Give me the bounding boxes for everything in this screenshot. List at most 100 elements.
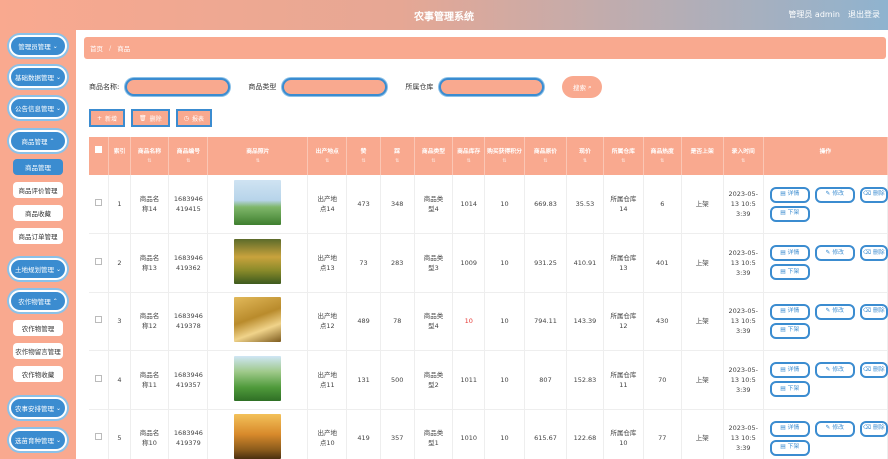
column-header[interactable]: 所属仓库 ⇅: [603, 137, 644, 175]
main-content: 首页 / 商品 商品名称: 商品类型 所属仓库 搜索 ⌕ + 新增 🗑 删除 ◷ 报表: [76, 30, 888, 459]
pencil-icon: ✎: [825, 191, 831, 197]
cell-points: 10: [484, 292, 525, 351]
detail-button[interactable]: ▤ 详情: [769, 245, 810, 262]
cell-code: 1683946419379: [168, 409, 209, 459]
table-row: 2 商品名称13 1683946419362 出产地点13 73 283 商品类…: [89, 233, 888, 293]
sidebar-menu-farm-schedule[interactable]: 农事安排管理 ⌄: [9, 397, 67, 419]
sidebar-menu-land[interactable]: 土地规划管理 ⌄: [9, 258, 67, 280]
delete-row-button[interactable]: ⌫ 删除: [859, 303, 888, 320]
cell-dislikes: 283: [380, 233, 415, 293]
detail-button[interactable]: ▤ 详情: [769, 186, 810, 203]
sidebar-menu-goods[interactable]: 商品管理 ⌃: [9, 130, 67, 152]
sidebar-item-goods-review[interactable]: 商品评价管理: [13, 182, 63, 198]
row-checkbox[interactable]: [95, 198, 103, 206]
sidebar-menu-seedling[interactable]: 选苗育种管理 ⌄: [9, 429, 67, 451]
column-header[interactable]: 商品类型 ⇅: [414, 137, 454, 175]
sidebar-menu-admin[interactable]: 管理员管理 ⌄: [9, 35, 67, 57]
goods-photo[interactable]: [234, 414, 282, 459]
row-checkbox[interactable]: [95, 316, 103, 324]
column-header[interactable]: 商品编号 ⇅: [168, 137, 209, 175]
cell-code: 1683946419415: [168, 175, 209, 234]
goods-photo[interactable]: [234, 179, 282, 225]
logout-link[interactable]: 退出登录: [848, 9, 880, 20]
row-checkbox-cell[interactable]: [89, 409, 110, 459]
column-header[interactable]: 商品原价 ⇅: [524, 137, 568, 175]
trash-icon: 🗑: [139, 114, 147, 122]
delete-row-button[interactable]: ⌫ 删除: [859, 362, 888, 379]
off-shelf-button[interactable]: ▤ 下架: [769, 205, 810, 222]
delete-button[interactable]: 🗑 删除: [131, 109, 170, 127]
report-button-label: 报表: [191, 115, 204, 123]
edit-button[interactable]: ✎ 修改: [814, 362, 855, 379]
report-button[interactable]: ◷ 报表: [175, 109, 212, 127]
delete-row-button[interactable]: ⌫ 删除: [859, 186, 888, 203]
delete-row-button[interactable]: ⌫ 删除: [859, 245, 888, 262]
goods-photo[interactable]: [234, 238, 282, 284]
column-header[interactable]: 录入时间 ⇅: [723, 137, 764, 175]
sidebar-item-goods-favorite[interactable]: 商品收藏: [13, 205, 63, 221]
sidebar-menu-notice[interactable]: 公告信息管理 ⌄: [9, 97, 67, 119]
sort-icon: ⇅: [361, 158, 366, 164]
column-header[interactable]: 商品热度 ⇅: [643, 137, 682, 175]
breadcrumb-home[interactable]: 首页: [90, 43, 103, 53]
edit-button[interactable]: ✎ 修改: [814, 245, 855, 262]
goods-photo[interactable]: [234, 355, 282, 401]
edit-button[interactable]: ✎ 修改: [814, 420, 855, 437]
sidebar-item-crop[interactable]: 农作物管理: [13, 320, 63, 336]
cell-stock: 1014: [452, 175, 485, 234]
column-header[interactable]: 赞 ⇅: [346, 137, 381, 175]
row-checkbox-cell[interactable]: [89, 233, 110, 293]
column-header[interactable]: 出产地点 ⇅: [307, 137, 348, 175]
sort-icon: ⇅: [660, 158, 665, 164]
cell-type: 商品类型2: [414, 350, 454, 410]
row-checkbox[interactable]: [95, 257, 103, 265]
row-checkbox-cell[interactable]: [89, 292, 110, 351]
column-header[interactable]: 踩 ⇅: [380, 137, 415, 175]
off-shelf-button[interactable]: ▤ 下架: [769, 439, 810, 456]
sidebar-menu-basic-data[interactable]: 基础数据管理 ⌄: [9, 66, 67, 88]
column-header[interactable]: 是否上架: [681, 137, 724, 175]
column-header[interactable]: 商品名称 ⇅: [130, 137, 170, 175]
cell-name: 商品名称13: [130, 233, 170, 293]
sidebar-item-goods[interactable]: 商品管理: [13, 159, 63, 175]
goods-type-select[interactable]: [282, 78, 388, 96]
edit-button[interactable]: ✎ 修改: [814, 186, 855, 203]
chevron-down-icon: ⌄: [52, 42, 58, 50]
off-shelf-button[interactable]: ▤ 下架: [769, 322, 810, 339]
row-checkbox-cell[interactable]: [89, 175, 110, 234]
detail-button[interactable]: ▤ 详情: [769, 362, 810, 379]
column-header[interactable]: 现价 ⇅: [566, 137, 604, 175]
delete-row-button[interactable]: ⌫ 删除: [859, 420, 888, 437]
cell-now-price: 35.53: [566, 175, 604, 234]
detail-button[interactable]: ▤ 详情: [769, 303, 810, 320]
row-checkbox[interactable]: [95, 374, 103, 382]
sidebar-menu-crop[interactable]: 农作物管理 ⌃: [9, 290, 67, 312]
sidebar-item-crop-message[interactable]: 农作物留言管理: [13, 343, 63, 359]
menu-label: 基础数据管理: [14, 74, 54, 82]
detail-button[interactable]: ▤ 详情: [769, 420, 810, 437]
search-button[interactable]: 搜索 ⌕: [562, 76, 603, 98]
goods-photo[interactable]: [234, 297, 282, 343]
cell-warehouse: 所属仓库14: [603, 175, 644, 234]
add-button[interactable]: + 新增: [89, 109, 126, 127]
sidebar-item-crop-favorite[interactable]: 农作物收藏: [13, 366, 63, 382]
column-header[interactable]: 购买获得积分 ⇅: [484, 137, 525, 175]
sidebar-item-goods-order[interactable]: 商品订单管理: [13, 228, 63, 244]
column-header[interactable]: 商品照片 ⇅: [207, 137, 309, 175]
column-header[interactable]: 索引: [108, 137, 131, 175]
edit-button[interactable]: ✎ 修改: [814, 303, 855, 320]
select-all-header[interactable]: [89, 137, 110, 175]
select-all-checkbox[interactable]: [95, 146, 103, 153]
off-shelf-button[interactable]: ▤ 下架: [769, 381, 810, 398]
cell-likes: 131: [346, 350, 381, 410]
column-header[interactable]: 商品库存 ⇅: [452, 137, 485, 175]
row-checkbox[interactable]: [95, 433, 103, 441]
off-shelf-button[interactable]: ▤ 下架: [769, 264, 810, 281]
goods-name-label: 商品名称:: [89, 83, 120, 91]
cell-time: 2023-05-13 10:53:39: [723, 175, 764, 234]
row-checkbox-cell[interactable]: [89, 350, 110, 410]
cell-likes: 473: [346, 175, 381, 234]
chevron-up-icon: ⌃: [52, 297, 58, 305]
warehouse-input[interactable]: [439, 78, 545, 96]
goods-name-input[interactable]: [125, 78, 231, 96]
